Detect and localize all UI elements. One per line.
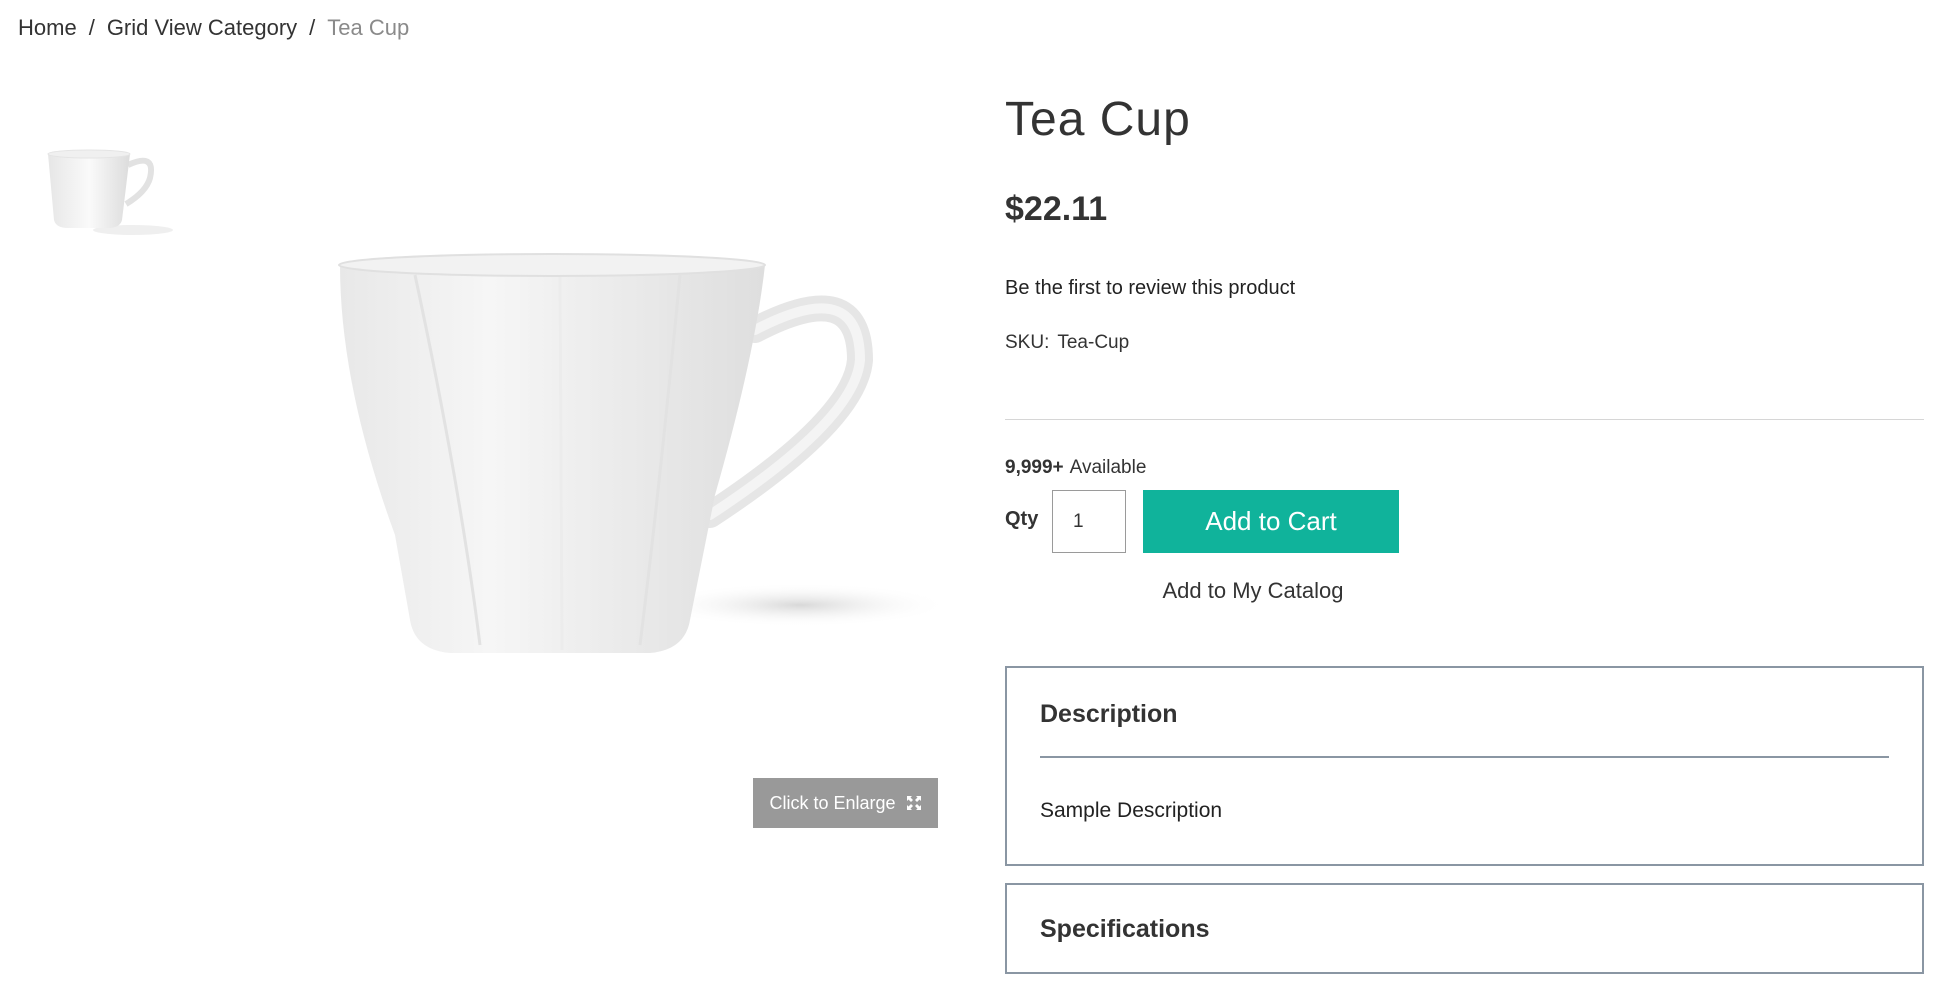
tea-cup-thumbnail-icon bbox=[47, 149, 173, 235]
breadcrumb-separator: / bbox=[88, 15, 95, 40]
breadcrumb-current: Tea Cup bbox=[327, 15, 410, 40]
divider bbox=[1005, 419, 1924, 420]
expand-icon bbox=[906, 796, 921, 810]
qty-label: Qty bbox=[1005, 508, 1039, 530]
product-main-image[interactable] bbox=[300, 235, 950, 685]
description-panel: Description Sample Description bbox=[1005, 666, 1924, 866]
available-label: Available bbox=[1069, 457, 1147, 478]
breadcrumb-home-link[interactable]: Home bbox=[18, 12, 77, 44]
tea-cup-image-icon bbox=[338, 253, 950, 653]
sku-label: SKU: bbox=[1005, 332, 1050, 353]
available-count: 9,999+ bbox=[1005, 457, 1064, 478]
description-tab[interactable]: Description bbox=[1040, 700, 1178, 729]
qty-input[interactable] bbox=[1052, 490, 1126, 553]
description-divider bbox=[1040, 756, 1889, 758]
breadcrumb: Home / Grid View Category / Tea Cup bbox=[18, 12, 409, 44]
product-price: $22.11 bbox=[1005, 190, 1108, 228]
sku-value: Tea-Cup bbox=[1057, 332, 1130, 353]
availability: 9,999+ Available bbox=[1005, 457, 1146, 479]
enlarge-label: Click to Enlarge bbox=[769, 792, 896, 813]
product-thumbnail[interactable] bbox=[38, 140, 178, 255]
breadcrumb-category-link[interactable]: Grid View Category bbox=[107, 12, 297, 44]
description-text: Sample Description bbox=[1040, 799, 1223, 822]
specifications-tab[interactable]: Specifications bbox=[1040, 915, 1210, 944]
product-sku: SKU: Tea-Cup bbox=[1005, 332, 1129, 354]
specifications-panel: Specifications bbox=[1005, 883, 1924, 974]
click-to-enlarge-button[interactable]: Click to Enlarge bbox=[753, 778, 938, 828]
add-to-catalog-link[interactable]: Add to My Catalog bbox=[1143, 578, 1363, 604]
breadcrumb-separator: / bbox=[309, 15, 316, 40]
add-to-cart-button[interactable]: Add to Cart bbox=[1143, 490, 1399, 553]
product-title: Tea Cup bbox=[1005, 93, 1191, 146]
write-review-link[interactable]: Be the first to review this product bbox=[1005, 277, 1295, 300]
